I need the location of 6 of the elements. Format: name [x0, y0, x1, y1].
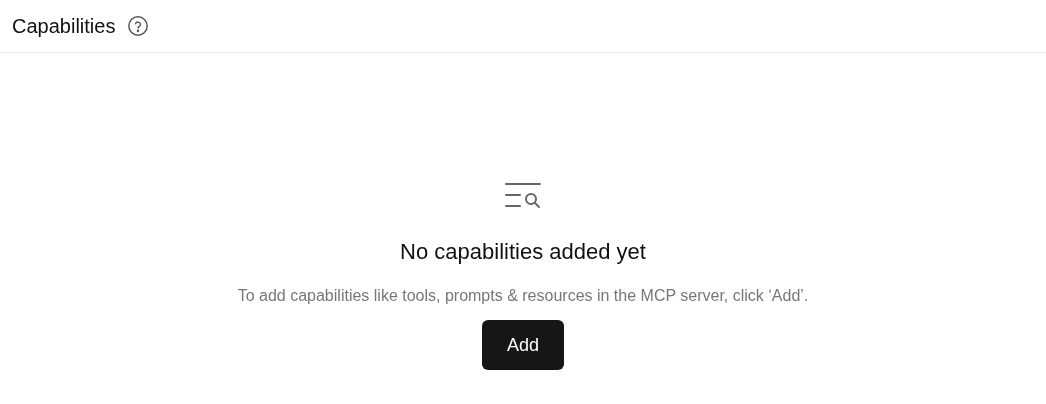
help-icon[interactable] — [127, 15, 150, 37]
list-search-icon — [504, 181, 542, 209]
section-title: Capabilities — [12, 14, 116, 39]
empty-state-description: To add capabilities like tools, prompts & resources in the MCP server, click ‘Add’. — [237, 286, 809, 306]
add-button[interactable]: Add — [482, 320, 564, 370]
empty-state-heading: No capabilities added yet — [400, 238, 646, 266]
